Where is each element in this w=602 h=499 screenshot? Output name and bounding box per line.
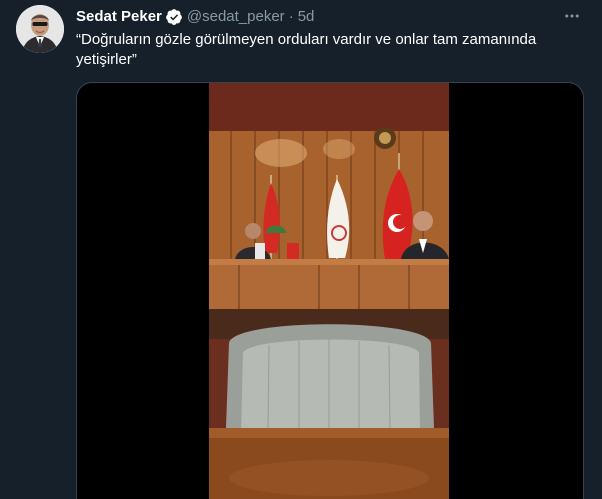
separator-dot: · <box>288 8 294 25</box>
author-handle[interactable]: @sedat_peker <box>187 7 285 27</box>
tweet-header: Sedat Peker @sedat_peker · 5d <box>76 6 586 28</box>
avatar-image <box>16 5 64 53</box>
more-dots-icon[interactable] <box>560 6 584 26</box>
tweet-timestamp[interactable]: 5d <box>298 7 315 27</box>
tweet-text: “Doğruların gözle görülmeyen orduları va… <box>76 31 537 68</box>
author-name[interactable]: Sedat Peker <box>76 7 162 27</box>
tweet[interactable]: Sedat Peker @sedat_peker · 5d “Doğruları… <box>0 0 602 499</box>
author-avatar[interactable] <box>16 5 64 53</box>
tweet-media-video[interactable] <box>76 82 584 499</box>
verified-badge-icon <box>165 8 183 26</box>
video-thumbnail <box>209 83 449 499</box>
